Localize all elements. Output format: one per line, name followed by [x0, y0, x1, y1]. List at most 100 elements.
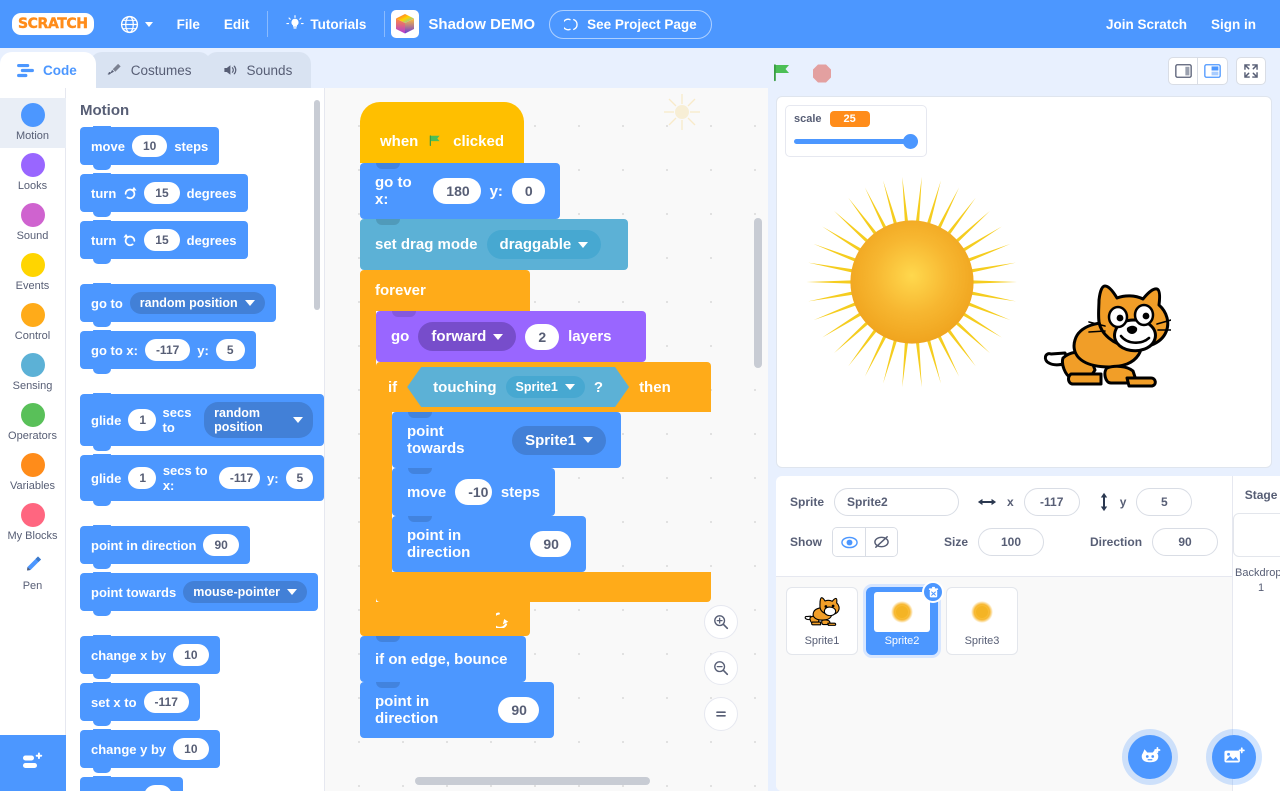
tab-code[interactable]: Code: [0, 52, 96, 88]
category-sensing[interactable]: Sensing: [0, 348, 66, 398]
sprite-tile-sprite3[interactable]: Sprite3: [946, 587, 1018, 655]
menu-tutorials[interactable]: Tutorials: [274, 0, 378, 48]
block-input[interactable]: 10: [131, 135, 168, 157]
green-flag-icon[interactable]: [770, 60, 796, 86]
scratch-logo[interactable]: SCRATCH: [12, 13, 94, 35]
block-dropdown[interactable]: draggable: [486, 230, 602, 259]
zoom-out-button[interactable]: [704, 651, 738, 685]
block-go-layers[interactable]: go forward 2 layers: [376, 311, 646, 362]
block-dropdown-direction[interactable]: forward: [418, 322, 517, 351]
delete-sprite-button[interactable]: [922, 581, 944, 603]
workspace-horizontal-scrollbar[interactable]: [415, 777, 650, 785]
category-motion[interactable]: Motion: [0, 98, 66, 148]
category-pen[interactable]: Pen: [0, 548, 66, 598]
block-input[interactable]: 10: [173, 644, 209, 666]
block-input-x[interactable]: -117: [144, 339, 191, 361]
stage-backdrop-thumbnail[interactable]: [1233, 513, 1280, 557]
block-if-then[interactable]: if touching Sprite1 ? then point towards…: [376, 362, 711, 602]
block-input[interactable]: 15: [144, 182, 180, 204]
block-input[interactable]: 90: [530, 531, 571, 557]
block-move-steps[interactable]: move -10 steps: [392, 468, 555, 516]
category-myblocks[interactable]: My Blocks: [0, 498, 66, 548]
block-forever[interactable]: forever go forward 2 layers if touching …: [360, 270, 711, 636]
block-input[interactable]: 1: [128, 409, 156, 431]
show-hidden-button[interactable]: [865, 528, 897, 556]
block-touching[interactable]: touching Sprite1 ?: [407, 367, 629, 407]
block-point-towards[interactable]: point towards Sprite1: [392, 412, 621, 468]
direction-input[interactable]: 90: [1152, 528, 1219, 556]
category-operators[interactable]: Operators: [0, 398, 66, 448]
palette-block-move[interactable]: move 10 steps: [80, 126, 220, 170]
palette-block-goto[interactable]: go to random position: [80, 283, 276, 327]
palette-scrollbar[interactable]: [314, 100, 320, 310]
sprite-tile-sprite1[interactable]: Sprite1: [786, 587, 858, 655]
block-if-on-edge-bounce[interactable]: if on edge, bounce: [360, 636, 526, 682]
block-input-y[interactable]: 5: [215, 339, 245, 361]
add-backdrop-button[interactable]: [1212, 735, 1256, 779]
category-looks[interactable]: Looks: [0, 148, 66, 198]
palette-block-set-y[interactable]: set y to 5: [80, 776, 184, 791]
block-palette[interactable]: Motion move 10 steps turn 15 degrees tur…: [66, 88, 325, 791]
sun-icon[interactable]: [802, 172, 1022, 392]
fullscreen-button[interactable]: [1236, 57, 1266, 85]
forever-header[interactable]: forever: [360, 270, 530, 311]
y-input[interactable]: 5: [1136, 488, 1193, 516]
add-sprite-button[interactable]: [1128, 735, 1172, 779]
palette-block-change-y[interactable]: change y by 10: [80, 729, 220, 773]
block-point-in-direction-inner[interactable]: point in direction 90: [392, 516, 586, 572]
palette-block-set-x[interactable]: set x to -117: [80, 682, 200, 726]
block-input-layers[interactable]: 2: [525, 323, 560, 350]
variable-monitor-scale[interactable]: scale 25: [785, 105, 927, 157]
palette-block-change-x[interactable]: change x by 10: [80, 635, 220, 679]
stage[interactable]: scale 25: [776, 96, 1272, 468]
zoom-in-button[interactable]: [704, 605, 738, 639]
stop-sign-icon[interactable]: [810, 61, 834, 85]
if-header[interactable]: if touching Sprite1 ? then: [376, 362, 711, 412]
monitor-slider[interactable]: [794, 134, 918, 149]
block-input-x[interactable]: 180: [433, 178, 481, 204]
palette-block-glide-to[interactable]: glide 1 secs to random position: [80, 393, 324, 451]
block-input-y[interactable]: 0: [511, 178, 545, 204]
category-variables[interactable]: Variables: [0, 448, 66, 498]
category-control[interactable]: Control: [0, 298, 66, 348]
palette-block-turn-right[interactable]: turn 15 degrees: [80, 173, 248, 217]
block-go-to-xy[interactable]: go to x: 180 y: 0: [360, 163, 560, 219]
menu-edit[interactable]: Edit: [212, 0, 262, 48]
show-visible-button[interactable]: [833, 528, 865, 556]
tab-sounds[interactable]: Sounds: [204, 52, 312, 88]
sprite-name-input[interactable]: Sprite2: [834, 488, 960, 516]
script-stack[interactable]: when clicked go to x: 180 y: 0 set drag …: [360, 102, 711, 738]
workspace-vertical-scrollbar[interactable]: [754, 218, 762, 368]
see-project-page-button[interactable]: See Project Page: [549, 9, 712, 39]
code-workspace[interactable]: when clicked go to x: 180 y: 0 set drag …: [325, 88, 768, 791]
block-input[interactable]: 90: [498, 697, 539, 723]
stage-selector-column[interactable]: Stage Backdrops 1: [1212, 476, 1280, 791]
scratch-cat-icon[interactable]: [1041, 282, 1171, 397]
block-input[interactable]: -10: [455, 479, 492, 505]
block-dropdown[interactable]: Sprite1: [512, 425, 606, 455]
slider-knob[interactable]: [903, 134, 918, 149]
size-input[interactable]: 100: [978, 528, 1045, 556]
block-input-y[interactable]: 5: [285, 467, 313, 489]
block-input[interactable]: 5: [143, 785, 173, 791]
block-input[interactable]: 90: [203, 534, 239, 556]
category-events[interactable]: Events: [0, 248, 66, 298]
block-input[interactable]: 1: [128, 467, 156, 489]
block-point-in-direction-outer[interactable]: point in direction 90: [360, 682, 554, 738]
block-input[interactable]: -117: [143, 691, 189, 713]
menu-file[interactable]: File: [165, 0, 212, 48]
tab-costumes[interactable]: Costumes: [89, 52, 211, 88]
block-dropdown-target[interactable]: Sprite1: [506, 376, 585, 398]
block-dropdown[interactable]: random position: [129, 292, 265, 314]
block-input[interactable]: 15: [144, 229, 180, 251]
language-selector[interactable]: [108, 0, 165, 48]
palette-block-turn-left[interactable]: turn 15 degrees: [80, 220, 248, 264]
large-stage-button[interactable]: [1198, 57, 1228, 85]
block-input[interactable]: 10: [173, 738, 209, 760]
palette-block-point-direction[interactable]: point in direction 90: [80, 525, 250, 569]
palette-block-point-towards[interactable]: point towards mouse-pointer: [80, 572, 319, 616]
zoom-reset-button[interactable]: [704, 697, 738, 731]
block-input-x[interactable]: -117: [218, 467, 260, 489]
x-input[interactable]: -117: [1023, 488, 1080, 516]
join-scratch-button[interactable]: Join Scratch: [1094, 0, 1199, 48]
